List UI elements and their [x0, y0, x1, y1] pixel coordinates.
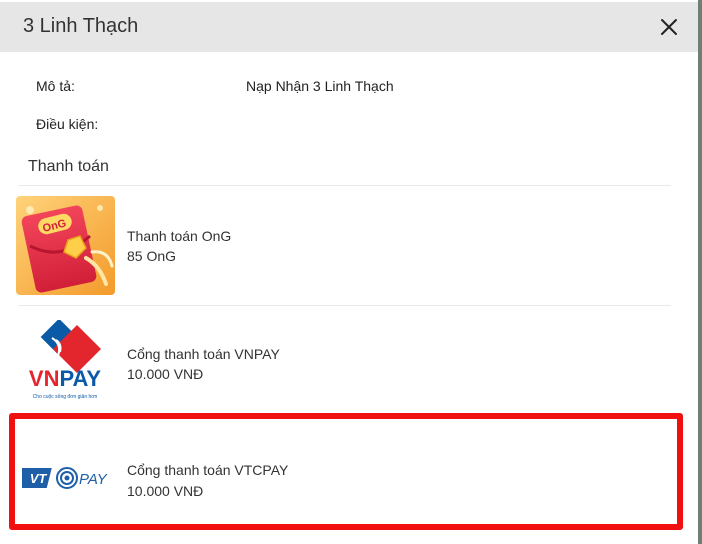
dialog-header: 3 Linh Thạch [0, 2, 698, 52]
payment-name: Cổng thanh toán VNPAY [127, 346, 280, 362]
ong-logo: OnG [16, 196, 115, 295]
selected-highlight-box [9, 413, 683, 530]
backdrop-edge-right [698, 0, 702, 544]
description-label: Mô tả: [36, 78, 75, 94]
payment-dialog: 3 Linh Thạch Mô tả: Nạp Nhận 3 Linh Thạc… [0, 0, 698, 544]
close-icon [661, 19, 677, 35]
description-value: Nạp Nhận 3 Linh Thạch [246, 78, 394, 94]
payment-option-ong[interactable]: OnG Thanh toán OnG 85 OnG [0, 186, 698, 304]
payment-name: Thanh toán OnG [127, 228, 232, 244]
payment-section-title: Thanh toán [28, 158, 109, 175]
payment-price: 10.000 VNĐ [127, 366, 204, 382]
payment-price: 85 OnG [127, 248, 177, 264]
vnpay-logo-text: VNPAY [29, 366, 101, 391]
vnpay-logo: VNPAY Cho cuộc sống đơn giản hơn [22, 318, 108, 402]
vnpay-tagline: Cho cuộc sống đơn giản hơn [33, 394, 98, 400]
close-button[interactable] [657, 15, 681, 39]
dialog-title: 3 Linh Thạch [23, 15, 139, 37]
conditions-label: Điều kiện: [36, 116, 99, 132]
payment-option-vnpay[interactable]: VNPAY Cho cuộc sống đơn giản hơn Cổng th… [0, 306, 698, 410]
